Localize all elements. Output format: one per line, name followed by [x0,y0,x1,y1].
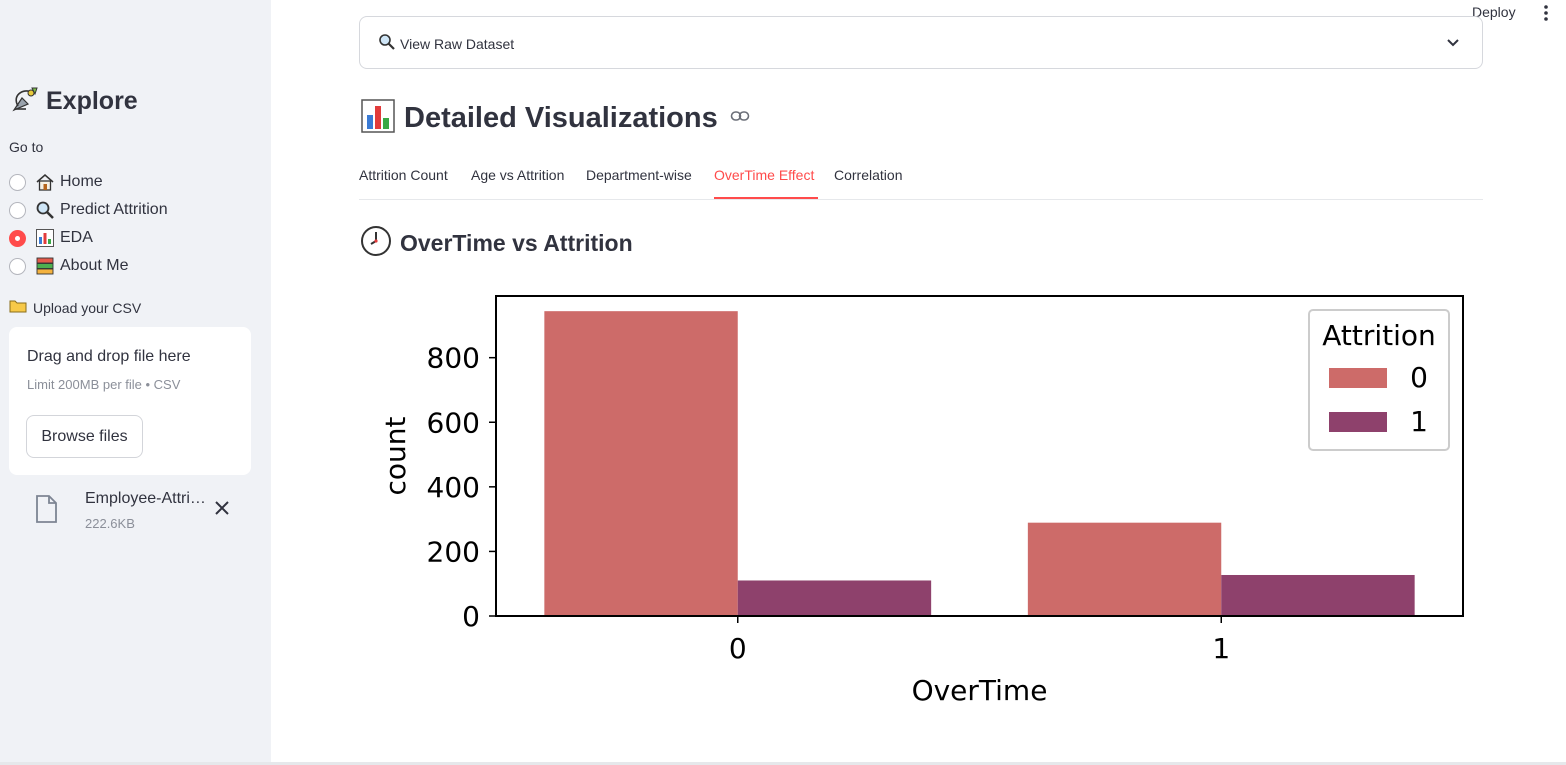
legend-swatch [1329,368,1387,388]
expander-label-text: View Raw Dataset [400,35,515,52]
bar [737,580,932,616]
bar [1027,522,1222,616]
tab-attrition-count[interactable]: Attrition Count [359,167,448,183]
y-tick-label: 200 [427,535,480,568]
subheading-text: OverTime vs Attrition [400,230,633,256]
tab-age-vs-attrition[interactable]: Age vs Attrition [471,167,564,183]
clock-icon [360,225,392,262]
raw-dataset-expander[interactable]: View Raw Dataset [359,16,1483,69]
house-icon [35,172,55,192]
books-icon [35,256,55,276]
dropzone-limit: Limit 200MB per file • CSV [27,377,181,392]
nav-item-about-me[interactable]: About Me [9,252,168,280]
y-tick-label: 800 [427,342,480,375]
folder-icon [9,299,27,316]
nav-label: Go to [9,139,44,155]
nav-item-label: Home [60,173,103,190]
expander-label: View Raw Dataset [378,33,514,54]
visualization-tabs: Attrition Count Age vs Attrition Departm… [359,160,1483,200]
magnifier-icon [378,33,396,54]
legend-title: Attrition [1322,319,1436,352]
y-tick-label: 400 [427,471,480,504]
legend-label: 0 [1410,361,1428,394]
nav-radio-group: Home Predict Attrition EDA About Me [9,168,168,280]
x-tick-label: 0 [729,632,747,665]
active-tab-indicator [714,197,818,199]
satellite-icon [10,84,40,119]
file-name: Employee-Attrition.csv [85,490,210,507]
page-title: Detailed Visualizations [360,98,750,139]
dropzone-text: Drag and drop file here [27,348,191,365]
upload-label-text: Upload your CSV [33,299,142,316]
radio-button[interactable] [9,257,26,275]
y-axis-label: count [379,416,412,495]
radio-button-selected[interactable] [9,229,26,247]
link-icon[interactable] [730,109,750,128]
magnifier-icon [35,200,55,220]
bar-chart-icon [35,228,55,248]
tab-correlation[interactable]: Correlation [834,167,902,183]
uploaded-file: Employee-Attrition.csv 222.6KB [34,490,244,534]
bar [1221,574,1415,616]
browse-files-button[interactable]: Browse files [26,415,143,458]
tab-overtime-effect[interactable]: OverTime Effect [714,167,814,183]
nav-item-eda[interactable]: EDA [9,224,168,252]
legend-label: 1 [1410,405,1428,438]
sidebar: Explore Go to Home Predict Attrition EDA… [0,0,271,765]
legend-swatch [1329,412,1387,432]
y-tick-label: 600 [427,406,480,439]
file-dropzone[interactable]: Drag and drop file here Limit 200MB per … [9,327,251,475]
upload-label: Upload your CSV [9,299,141,316]
sidebar-title-text: Explore [46,87,138,115]
chart-svg: 0 1 0 200 400 600 800 OverTime count Attrition 0 1 [379,295,1464,707]
bar-chart-icon [360,98,396,139]
x-axis-label: OverTime [912,674,1048,707]
file-icon [34,495,58,528]
remove-file-icon[interactable] [212,498,232,518]
radio-button[interactable] [9,173,26,191]
file-size: 222.6KB [85,516,135,531]
nav-item-label: About Me [60,257,129,274]
bar [544,311,738,616]
overtime-attrition-chart: 0 1 0 200 400 600 800 OverTime count Attrition 0 1 [360,276,1480,721]
radio-button[interactable] [9,201,26,219]
nav-item-home[interactable]: Home [9,168,168,196]
nav-item-predict-attrition[interactable]: Predict Attrition [9,196,168,224]
nav-item-label: Predict Attrition [60,201,168,218]
y-tick-label: 0 [462,600,480,633]
x-tick-label: 1 [1212,632,1230,665]
section-subheading: OverTime vs Attrition [360,225,633,262]
main-menu-icon[interactable] [1538,4,1554,24]
chevron-down-icon [1446,35,1460,53]
tab-department-wise[interactable]: Department-wise [586,167,692,183]
nav-item-label: EDA [60,229,93,246]
page-title-text: Detailed Visualizations [404,102,718,134]
sidebar-title: Explore [10,84,138,119]
